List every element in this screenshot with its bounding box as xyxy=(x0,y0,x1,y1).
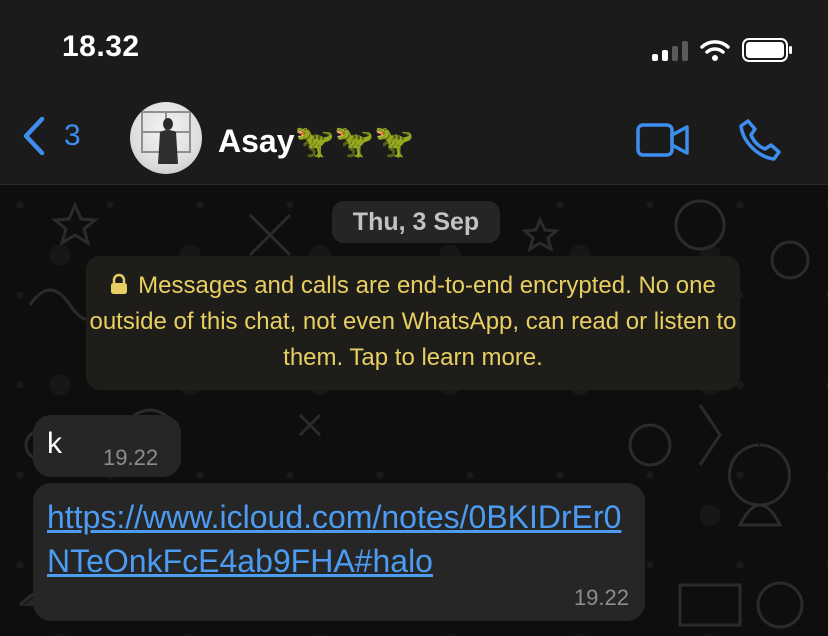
contact-name[interactable]: Asay🦖🦖🦖 xyxy=(218,122,414,160)
header-actions xyxy=(636,118,782,162)
message-link[interactable]: https://www.icloud.com/notes/0BKIDrEr0NT… xyxy=(47,495,627,583)
status-icons xyxy=(652,34,794,66)
phone-icon[interactable] xyxy=(738,118,782,162)
status-bar: 18.32 xyxy=(0,0,828,96)
lock-icon xyxy=(111,273,128,294)
battery-icon xyxy=(742,38,792,62)
message-bubble[interactable]: k 19.22 xyxy=(33,415,181,477)
wifi-icon xyxy=(700,40,730,61)
signal-icon xyxy=(652,39,688,61)
message-time: 19.22 xyxy=(573,585,629,610)
date-separator: Thu, 3 Sep xyxy=(332,201,500,243)
video-call-icon[interactable] xyxy=(636,122,690,158)
avatar[interactable] xyxy=(130,102,202,174)
chat-header: 3 Asay🦖🦖🦖 xyxy=(0,96,828,185)
back-button[interactable]: 3 xyxy=(22,116,81,156)
message-bubble[interactable]: https://www.icloud.com/notes/0BKIDrEr0NT… xyxy=(33,483,645,621)
status-time: 18.32 xyxy=(62,30,140,63)
chat-area[interactable]: Thu, 3 Sep Messages and calls are end-to… xyxy=(0,185,828,636)
encryption-notice[interactable]: Messages and calls are end-to-end encryp… xyxy=(86,256,740,390)
encryption-notice-text: Messages and calls are end-to-end encryp… xyxy=(89,272,737,371)
message-text: k xyxy=(47,427,62,460)
chevron-left-icon xyxy=(23,116,45,156)
unread-count: 3 xyxy=(64,119,81,152)
message-time: 19.22 xyxy=(103,445,159,470)
